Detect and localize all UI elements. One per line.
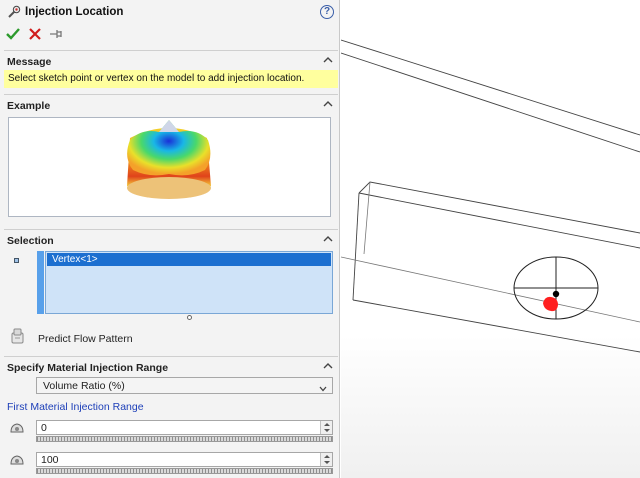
example-group-header[interactable]: Example bbox=[4, 94, 338, 112]
page-title: Injection Location bbox=[25, 6, 124, 18]
end-value-text: 100 bbox=[41, 454, 59, 466]
list-item[interactable]: Vertex<1> bbox=[47, 253, 331, 266]
vertex-selection-icon bbox=[14, 258, 19, 263]
spinner-arrows-icon[interactable] bbox=[320, 453, 332, 466]
start-value-input[interactable]: 0 bbox=[36, 420, 333, 435]
message-text: Select sketch point or vertex on the mod… bbox=[4, 70, 338, 88]
chevron-up-icon[interactable] bbox=[323, 99, 333, 107]
title-bar: Injection Location ? bbox=[0, 0, 339, 26]
model-viewport[interactable] bbox=[341, 0, 640, 478]
chevron-down-icon[interactable] bbox=[319, 383, 327, 392]
end-value-icon bbox=[8, 452, 26, 470]
selection-active-indicator bbox=[37, 251, 44, 314]
close-icon[interactable] bbox=[27, 26, 43, 42]
end-value-input[interactable]: 100 bbox=[36, 452, 333, 467]
selection-group-title: Selection bbox=[7, 235, 54, 247]
example-group-title: Example bbox=[7, 100, 51, 112]
resize-grip-icon[interactable] bbox=[187, 315, 192, 320]
first-range-label: First Material Injection Range bbox=[7, 401, 144, 413]
start-value-text: 0 bbox=[41, 422, 47, 434]
injection-range-mode-select[interactable]: Volume Ratio (%) bbox=[36, 377, 333, 394]
pushpin-icon[interactable] bbox=[48, 26, 64, 42]
chevron-up-icon[interactable] bbox=[323, 361, 333, 369]
3d-model-view[interactable] bbox=[341, 0, 640, 478]
chevron-up-icon[interactable] bbox=[323, 234, 333, 242]
injection-range-group-header[interactable]: Specify Material Injection Range bbox=[4, 356, 338, 374]
injection-range-group-title: Specify Material Injection Range bbox=[7, 362, 169, 374]
action-buttons bbox=[0, 26, 120, 42]
property-manager-panel: Injection Location ? Message Select sket… bbox=[0, 0, 340, 478]
predict-flow-pattern-toggle[interactable]: Predict Flow Pattern bbox=[6, 326, 306, 348]
checkmark-icon[interactable] bbox=[5, 26, 21, 42]
predict-flow-pattern-label: Predict Flow Pattern bbox=[38, 333, 133, 345]
start-value-icon bbox=[8, 420, 26, 438]
message-group-header[interactable]: Message bbox=[4, 50, 338, 68]
end-value-slider[interactable] bbox=[36, 468, 333, 474]
injection-location-icon bbox=[6, 4, 22, 20]
start-value-slider[interactable] bbox=[36, 436, 333, 442]
example-image bbox=[8, 117, 331, 217]
selection-list[interactable]: Vertex<1> bbox=[45, 251, 333, 314]
predict-flow-icon[interactable] bbox=[9, 327, 27, 345]
selection-group-header[interactable]: Selection bbox=[4, 229, 338, 247]
chevron-up-icon[interactable] bbox=[323, 55, 333, 63]
spinner-arrows-icon[interactable] bbox=[320, 421, 332, 434]
injection-range-mode-value: Volume Ratio (%) bbox=[43, 380, 125, 392]
message-group-title: Message bbox=[7, 56, 52, 68]
question-circle-icon[interactable]: ? bbox=[320, 5, 334, 19]
